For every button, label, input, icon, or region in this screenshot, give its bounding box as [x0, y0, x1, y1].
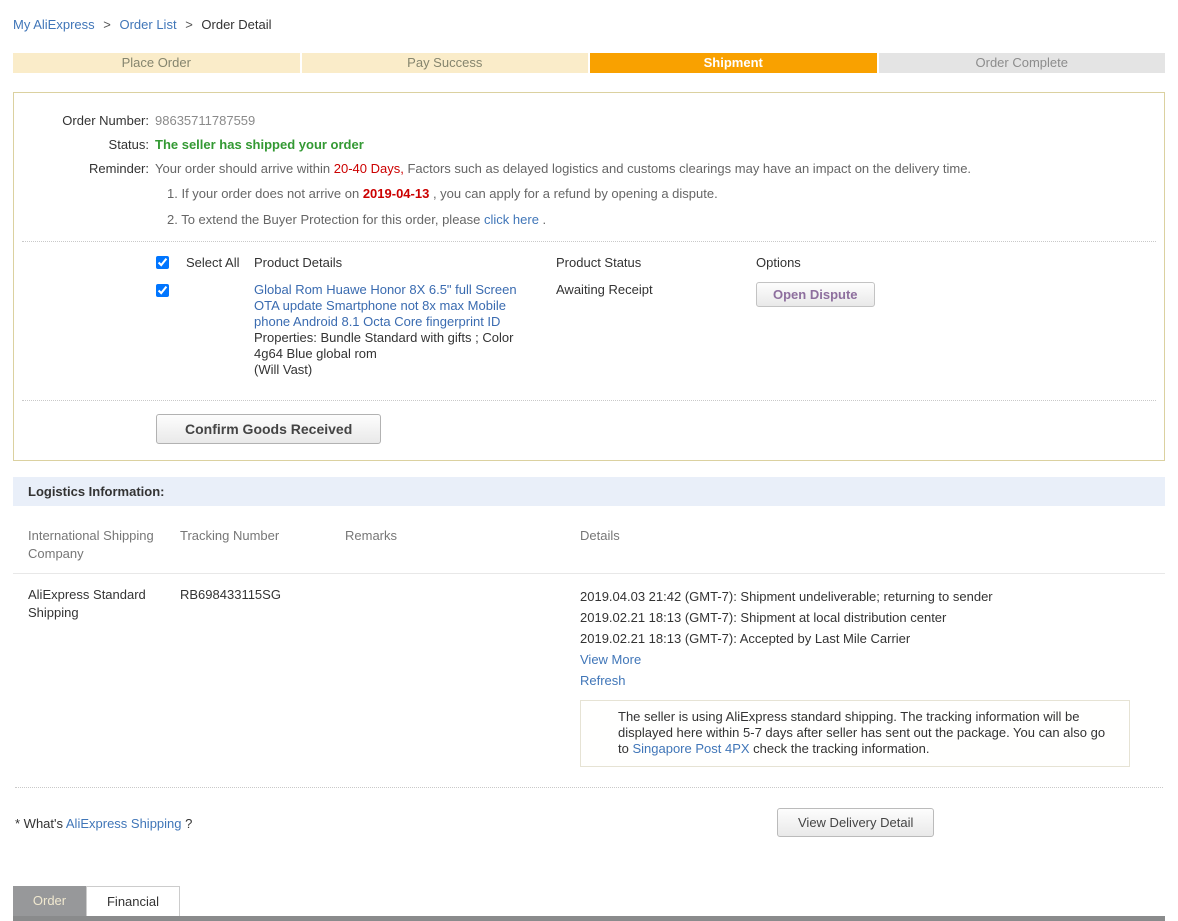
shipping-company-cell: AliExpress Standard Shipping — [28, 586, 180, 767]
divider — [22, 241, 1156, 242]
buyer-protection-note: 2. To extend the Buyer Protection for th… — [14, 207, 1164, 233]
divider — [22, 400, 1156, 401]
shipping-company-header: International Shipping Company — [28, 527, 180, 563]
reminder-row: Reminder: Your order should arrive withi… — [14, 157, 1164, 181]
logistics-table-header: International Shipping Company Tracking … — [13, 506, 1165, 574]
product-title-link[interactable]: Global Rom Huawe Honor 8X 6.5" full Scre… — [254, 282, 544, 330]
breadcrumb-separator: > — [103, 17, 111, 32]
remarks-header: Remarks — [345, 527, 580, 563]
product-status-cell: Awaiting Receipt — [556, 282, 756, 297]
order-number-row: Order Number: 98635711787559 — [14, 109, 1164, 133]
progress-step-shipment: Shipment — [590, 53, 877, 73]
reminder-label: Reminder: — [14, 157, 149, 181]
click-here-link[interactable]: click here — [484, 212, 539, 227]
product-status-header: Product Status — [556, 251, 756, 275]
whats-aliexpress-shipping: * What's AliExpress Shipping ? — [15, 816, 192, 831]
details-header: Details — [580, 527, 1150, 563]
logistics-information-header: Logistics Information: — [13, 477, 1165, 506]
select-all-label: Select All — [186, 251, 254, 275]
select-all-checkbox[interactable] — [156, 256, 169, 269]
product-row: Global Rom Huawe Honor 8X 6.5" full Scre… — [14, 282, 1164, 392]
product-checkbox-cell — [156, 282, 186, 300]
divider — [15, 787, 1163, 788]
remarks-cell — [345, 586, 580, 767]
product-note: (Will Vast) — [254, 362, 544, 378]
tab-order[interactable]: Order — [13, 886, 86, 916]
product-checkbox[interactable] — [156, 284, 169, 297]
product-table-header: Select All Product Details Product Statu… — [14, 251, 1164, 277]
aliexpress-shipping-link[interactable]: AliExpress Shipping — [66, 816, 182, 831]
order-detail-page: My AliExpress > Order List > Order Detai… — [0, 0, 1178, 921]
bottom-tabs: Order Financial — [13, 886, 1165, 916]
refresh-link[interactable]: Refresh — [580, 673, 626, 688]
bottom-divider-bar — [13, 916, 1165, 921]
product-properties: Properties: Bundle Standard with gifts ;… — [254, 330, 544, 362]
dispute-note-pre: 1. If your order does not arrive on — [167, 186, 363, 201]
logistics-footer-row: * What's AliExpress Shipping ? View Deli… — [13, 808, 1165, 852]
breadcrumb-separator: > — [185, 17, 193, 32]
confirm-goods-received-button[interactable]: Confirm Goods Received — [156, 414, 381, 444]
shipping-notice-box: The seller is using AliExpress standard … — [580, 700, 1130, 767]
logistics-table-row: AliExpress Standard Shipping RB698433115… — [13, 574, 1165, 767]
shipping-notice-post: check the tracking information. — [750, 741, 930, 756]
tracking-event: 2019.04.03 21:42 (GMT-7): Shipment undel… — [580, 586, 1150, 607]
view-delivery-detail-button[interactable]: View Delivery Detail — [777, 808, 934, 837]
buyer-protection-post: . — [539, 212, 546, 227]
progress-step-place-order: Place Order — [13, 53, 300, 73]
product-options-cell: Open Dispute — [756, 282, 1164, 307]
whats-pre: * What's — [15, 816, 66, 831]
whats-post: ? — [182, 816, 193, 831]
tracking-number-cell: RB698433115SG — [180, 586, 345, 767]
breadcrumb-my-aliexpress[interactable]: My AliExpress — [13, 17, 95, 32]
status-label: Status: — [14, 133, 149, 157]
order-number-value: 98635711787559 — [155, 109, 275, 133]
tab-financial[interactable]: Financial — [86, 886, 180, 916]
dispute-note: 1. If your order does not arrive on 2019… — [14, 181, 1164, 207]
order-status-row: Status: The seller has shipped your orde… — [14, 133, 1164, 157]
order-number-label: Order Number: — [14, 109, 149, 133]
select-all-checkbox-cell — [156, 251, 186, 277]
breadcrumb: My AliExpress > Order List > Order Detai… — [13, 0, 1165, 32]
order-progress-bar: Place Order Pay Success Shipment Order C… — [13, 53, 1165, 73]
singapore-post-link[interactable]: Singapore Post 4PX — [632, 741, 749, 756]
tracking-details-cell: 2019.04.03 21:42 (GMT-7): Shipment undel… — [580, 586, 1150, 767]
reminder-days-highlight: 20-40 Days, — [334, 161, 404, 176]
product-details-header: Product Details — [254, 251, 556, 275]
reminder-text: Your order should arrive within 20-40 Da… — [155, 157, 991, 181]
reminder-post: Factors such as delayed logistics and cu… — [404, 161, 971, 176]
breadcrumb-current: Order Detail — [201, 17, 271, 32]
dispute-deadline-date: 2019-04-13 — [363, 186, 430, 201]
open-dispute-button[interactable]: Open Dispute — [756, 282, 875, 307]
order-summary-box: Order Number: 98635711787559 Status: The… — [13, 92, 1165, 461]
confirm-area: Confirm Goods Received — [14, 414, 1164, 444]
breadcrumb-order-list[interactable]: Order List — [119, 17, 176, 32]
progress-step-order-complete: Order Complete — [879, 53, 1166, 73]
product-details-cell: Global Rom Huawe Honor 8X 6.5" full Scre… — [254, 282, 556, 378]
view-more-link[interactable]: View More — [580, 652, 641, 667]
reminder-pre: Your order should arrive within — [155, 161, 334, 176]
options-header: Options — [756, 251, 1164, 275]
tracking-event: 2019.02.21 18:13 (GMT-7): Accepted by La… — [580, 628, 1150, 649]
dispute-note-post: , you can apply for a refund by opening … — [429, 186, 717, 201]
status-value: The seller has shipped your order — [155, 133, 384, 157]
tracking-event: 2019.02.21 18:13 (GMT-7): Shipment at lo… — [580, 607, 1150, 628]
progress-step-pay-success: Pay Success — [302, 53, 589, 73]
tracking-number-header: Tracking Number — [180, 527, 345, 563]
buyer-protection-pre: 2. To extend the Buyer Protection for th… — [167, 212, 484, 227]
